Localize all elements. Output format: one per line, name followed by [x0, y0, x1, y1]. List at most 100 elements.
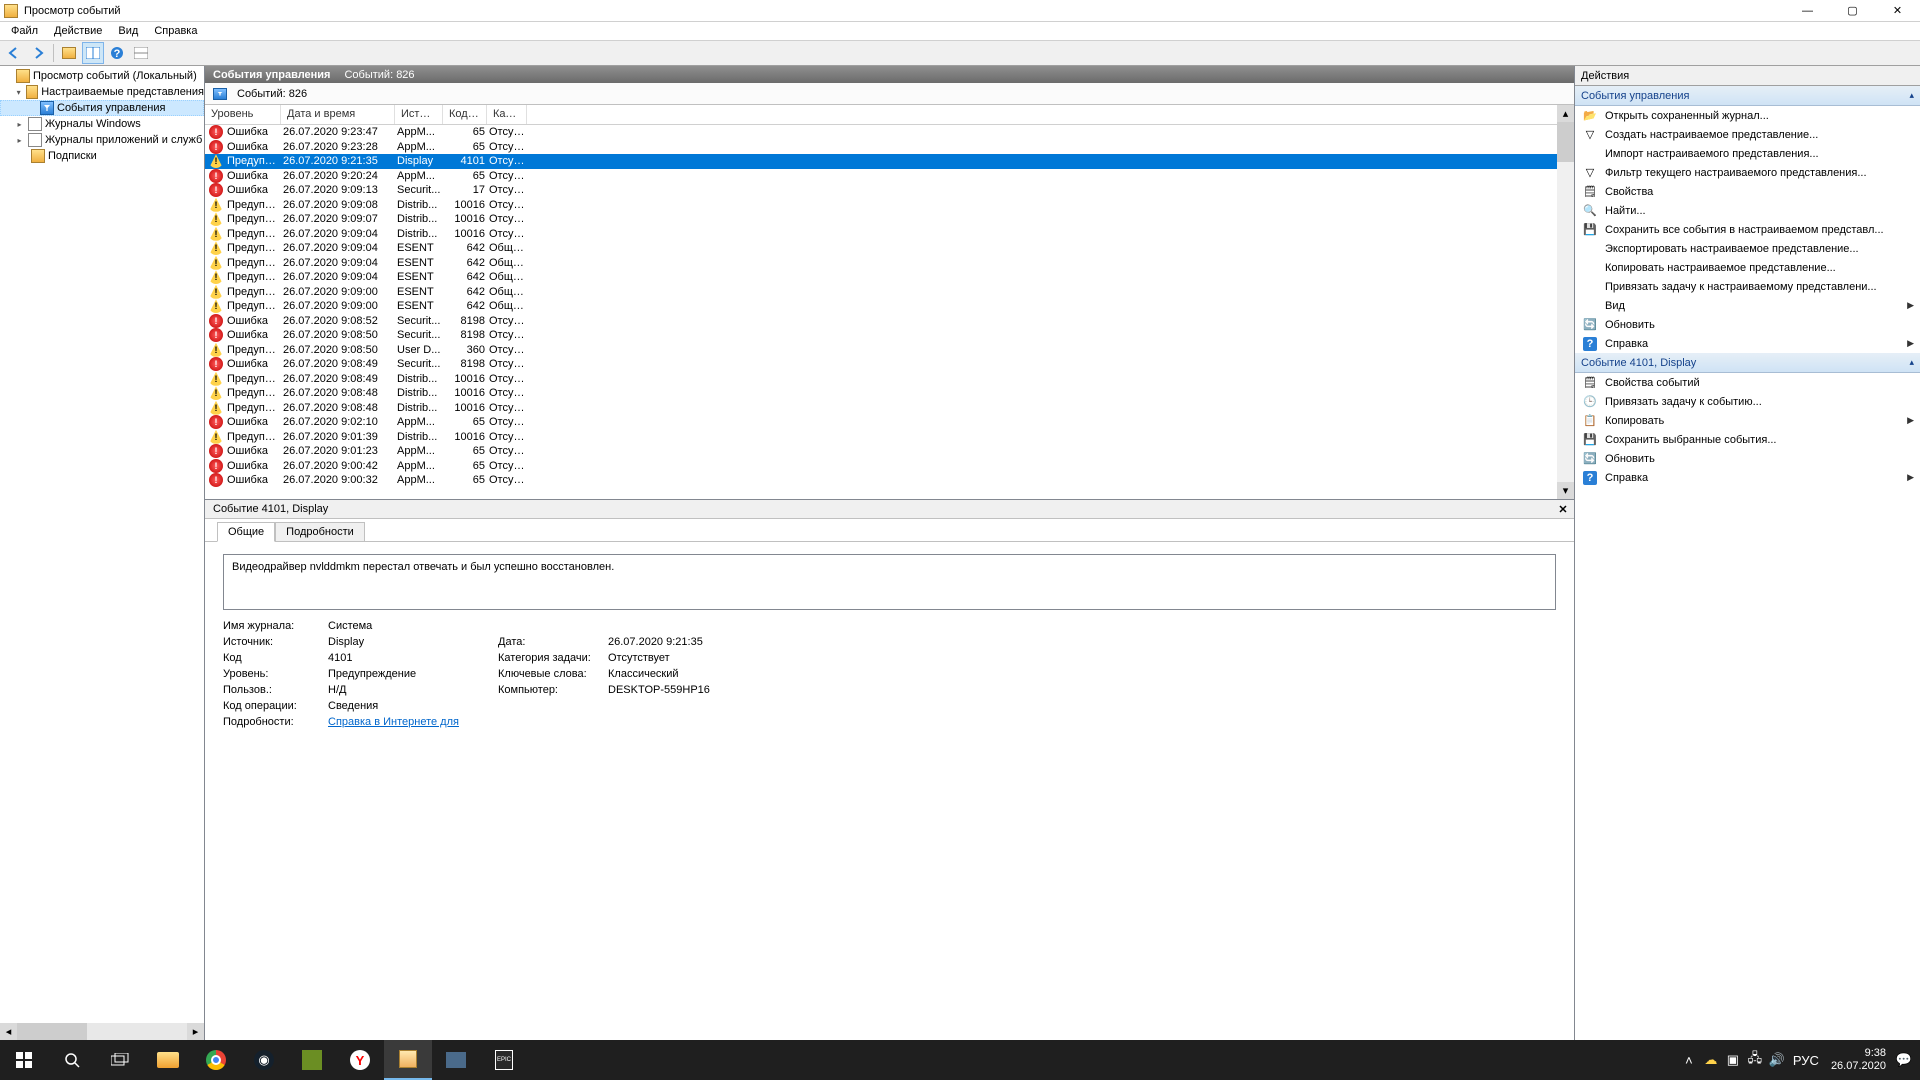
- tree-hscrollbar[interactable]: ◂▸: [0, 1023, 204, 1040]
- table-row[interactable]: !Ошибка26.07.2020 9:23:28AppM...65Отсутс…: [205, 140, 1574, 155]
- table-row[interactable]: !Предупреж...26.07.2020 9:09:04ESENT642О…: [205, 256, 1574, 271]
- action-item[interactable]: 🗒Свойства событий: [1575, 373, 1920, 392]
- table-row[interactable]: !Ошибка26.07.2020 9:08:50Securit...8198О…: [205, 328, 1574, 343]
- col-eventid[interactable]: Код со...: [443, 105, 487, 124]
- tab-general[interactable]: Общие: [217, 522, 275, 542]
- menu-action[interactable]: Действие: [46, 23, 110, 39]
- table-row[interactable]: !Ошибка26.07.2020 9:01:23AppM...65Отсутс…: [205, 444, 1574, 459]
- col-level[interactable]: Уровень: [205, 105, 281, 124]
- actions-section-1[interactable]: События управления▴: [1575, 86, 1920, 106]
- tree-subscriptions[interactable]: Подписки: [0, 148, 204, 164]
- tray-app-icon[interactable]: ▣: [1723, 1040, 1743, 1080]
- app-task-icon[interactable]: [432, 1040, 480, 1080]
- table-row[interactable]: !Ошибка26.07.2020 9:08:49Securit...8198О…: [205, 357, 1574, 372]
- search-button[interactable]: [48, 1040, 96, 1080]
- detail-close-button[interactable]: ✕: [1555, 501, 1571, 517]
- table-row[interactable]: !Предупреж...26.07.2020 9:09:04ESENT642О…: [205, 241, 1574, 256]
- table-row[interactable]: !Ошибка26.07.2020 9:23:47AppM...65Отсутс…: [205, 125, 1574, 140]
- table-row[interactable]: !Предупреж...26.07.2020 9:08:48Distrib..…: [205, 386, 1574, 401]
- table-row[interactable]: !Предупреж...26.07.2020 9:09:00ESENT642О…: [205, 285, 1574, 300]
- table-row[interactable]: !Ошибка26.07.2020 9:02:10AppM...65Отсутс…: [205, 415, 1574, 430]
- action-item[interactable]: 📂Открыть сохраненный журнал...: [1575, 106, 1920, 125]
- tree-admin-events[interactable]: События управления: [0, 100, 204, 116]
- action-item[interactable]: ?Справка▶: [1575, 468, 1920, 487]
- show-hide-tree-button[interactable]: [58, 42, 80, 64]
- pane2-button[interactable]: [130, 42, 152, 64]
- tray-lang[interactable]: РУС: [1789, 1040, 1823, 1080]
- action-item[interactable]: Импорт настраиваемого представления...: [1575, 144, 1920, 163]
- start-button[interactable]: [0, 1040, 48, 1080]
- tree-win-logs[interactable]: ▸Журналы Windows: [0, 116, 204, 132]
- table-row[interactable]: !Предупреж...26.07.2020 9:21:35Display41…: [205, 154, 1574, 169]
- minimize-button[interactable]: —: [1785, 0, 1830, 22]
- tray-volume-icon[interactable]: 🔊: [1767, 1040, 1787, 1080]
- taskbar-clock[interactable]: 9:38 26.07.2020: [1825, 1047, 1892, 1073]
- action-item[interactable]: Привязать задачу к настраиваемому предст…: [1575, 277, 1920, 296]
- table-row[interactable]: !Предупреж...26.07.2020 9:08:49Distrib..…: [205, 372, 1574, 387]
- action-item[interactable]: 🔄Обновить: [1575, 449, 1920, 468]
- action-item[interactable]: 💾Сохранить выбранные события...: [1575, 430, 1920, 449]
- table-row[interactable]: !Предупреж...26.07.2020 9:08:48Distrib..…: [205, 401, 1574, 416]
- steam-icon[interactable]: ◉: [240, 1040, 288, 1080]
- table-vscrollbar[interactable]: ▴▾: [1557, 105, 1574, 499]
- table-row[interactable]: !Ошибка26.07.2020 9:08:52Securit...8198О…: [205, 314, 1574, 329]
- table-row[interactable]: !Предупреж...26.07.2020 9:01:39Distrib..…: [205, 430, 1574, 445]
- collapse-icon[interactable]: ▴: [1909, 90, 1914, 101]
- table-row[interactable]: !Предупреж...26.07.2020 9:09:04Distrib..…: [205, 227, 1574, 242]
- tree-root-label: Просмотр событий (Локальный): [33, 70, 197, 82]
- action-item[interactable]: 🕒Привязать задачу к событию...: [1575, 392, 1920, 411]
- online-help-link[interactable]: Справка в Интернете для: [328, 716, 488, 728]
- epic-icon[interactable]: EPIC: [480, 1040, 528, 1080]
- table-body[interactable]: !Ошибка26.07.2020 9:23:47AppM...65Отсутс…: [205, 125, 1574, 499]
- col-category[interactable]: Катего...: [487, 105, 527, 124]
- tree-root[interactable]: Просмотр событий (Локальный): [0, 68, 204, 84]
- action-item[interactable]: Вид▶: [1575, 296, 1920, 315]
- col-source[interactable]: Источ...: [395, 105, 443, 124]
- tab-details[interactable]: Подробности: [275, 522, 365, 541]
- table-row[interactable]: !Предупреж...26.07.2020 9:09:00ESENT642О…: [205, 299, 1574, 314]
- pane-button[interactable]: [82, 42, 104, 64]
- yandex-icon[interactable]: Y: [336, 1040, 384, 1080]
- tree-custom-views[interactable]: ▾Настраиваемые представления: [0, 84, 204, 100]
- explorer-icon[interactable]: [144, 1040, 192, 1080]
- actions-section-2[interactable]: Событие 4101, Display▴: [1575, 353, 1920, 373]
- menu-help[interactable]: Справка: [146, 23, 205, 39]
- action-item[interactable]: Копировать настраиваемое представление..…: [1575, 258, 1920, 277]
- table-head[interactable]: Уровень Дата и время Источ... Код со... …: [205, 105, 1574, 125]
- action-item[interactable]: ▽Создать настраиваемое представление...: [1575, 125, 1920, 144]
- table-row[interactable]: !Предупреж...26.07.2020 9:09:07Distrib..…: [205, 212, 1574, 227]
- tray-expand-icon[interactable]: ˄: [1679, 1040, 1699, 1080]
- table-row[interactable]: !Ошибка26.07.2020 9:20:24AppM...65Отсутс…: [205, 169, 1574, 184]
- action-item[interactable]: 🔄Обновить: [1575, 315, 1920, 334]
- table-row[interactable]: !Предупреж...26.07.2020 9:09:04ESENT642О…: [205, 270, 1574, 285]
- collapse-icon[interactable]: ▴: [1909, 357, 1914, 368]
- col-datetime[interactable]: Дата и время: [281, 105, 395, 124]
- minecraft-icon[interactable]: [288, 1040, 336, 1080]
- action-item[interactable]: ?Справка▶: [1575, 334, 1920, 353]
- tray-network-icon[interactable]: 🖧: [1745, 1040, 1765, 1080]
- action-item[interactable]: 💾Сохранить все события в настраиваемом п…: [1575, 220, 1920, 239]
- eventviewer-task-icon[interactable]: [384, 1040, 432, 1080]
- tray-onedrive-icon[interactable]: ☁: [1701, 1040, 1721, 1080]
- action-item[interactable]: Экспортировать настраиваемое представлен…: [1575, 239, 1920, 258]
- notifications-icon[interactable]: 💬: [1894, 1040, 1914, 1080]
- action-item[interactable]: 🗒Свойства: [1575, 182, 1920, 201]
- table-row[interactable]: !Ошибка26.07.2020 9:09:13Securit...17Отс…: [205, 183, 1574, 198]
- menu-file[interactable]: Файл: [3, 23, 46, 39]
- table-row[interactable]: !Предупреж...26.07.2020 9:09:08Distrib..…: [205, 198, 1574, 213]
- table-row[interactable]: !Ошибка26.07.2020 9:00:32AppM...65Отсутс…: [205, 473, 1574, 488]
- tree-app-logs[interactable]: ▸Журналы приложений и служб: [0, 132, 204, 148]
- help-button[interactable]: ?: [106, 42, 128, 64]
- table-row[interactable]: !Предупреж...26.07.2020 9:08:50User D...…: [205, 343, 1574, 358]
- action-item[interactable]: 🔍Найти...: [1575, 201, 1920, 220]
- back-button[interactable]: [3, 42, 25, 64]
- taskview-button[interactable]: [96, 1040, 144, 1080]
- action-item[interactable]: ▽Фильтр текущего настраиваемого представ…: [1575, 163, 1920, 182]
- menu-view[interactable]: Вид: [110, 23, 146, 39]
- chrome-icon[interactable]: [192, 1040, 240, 1080]
- close-button[interactable]: ✕: [1875, 0, 1920, 22]
- maximize-button[interactable]: ▢: [1830, 0, 1875, 22]
- action-item[interactable]: 📋Копировать▶: [1575, 411, 1920, 430]
- forward-button[interactable]: [27, 42, 49, 64]
- table-row[interactable]: !Ошибка26.07.2020 9:00:42AppM...65Отсутс…: [205, 459, 1574, 474]
